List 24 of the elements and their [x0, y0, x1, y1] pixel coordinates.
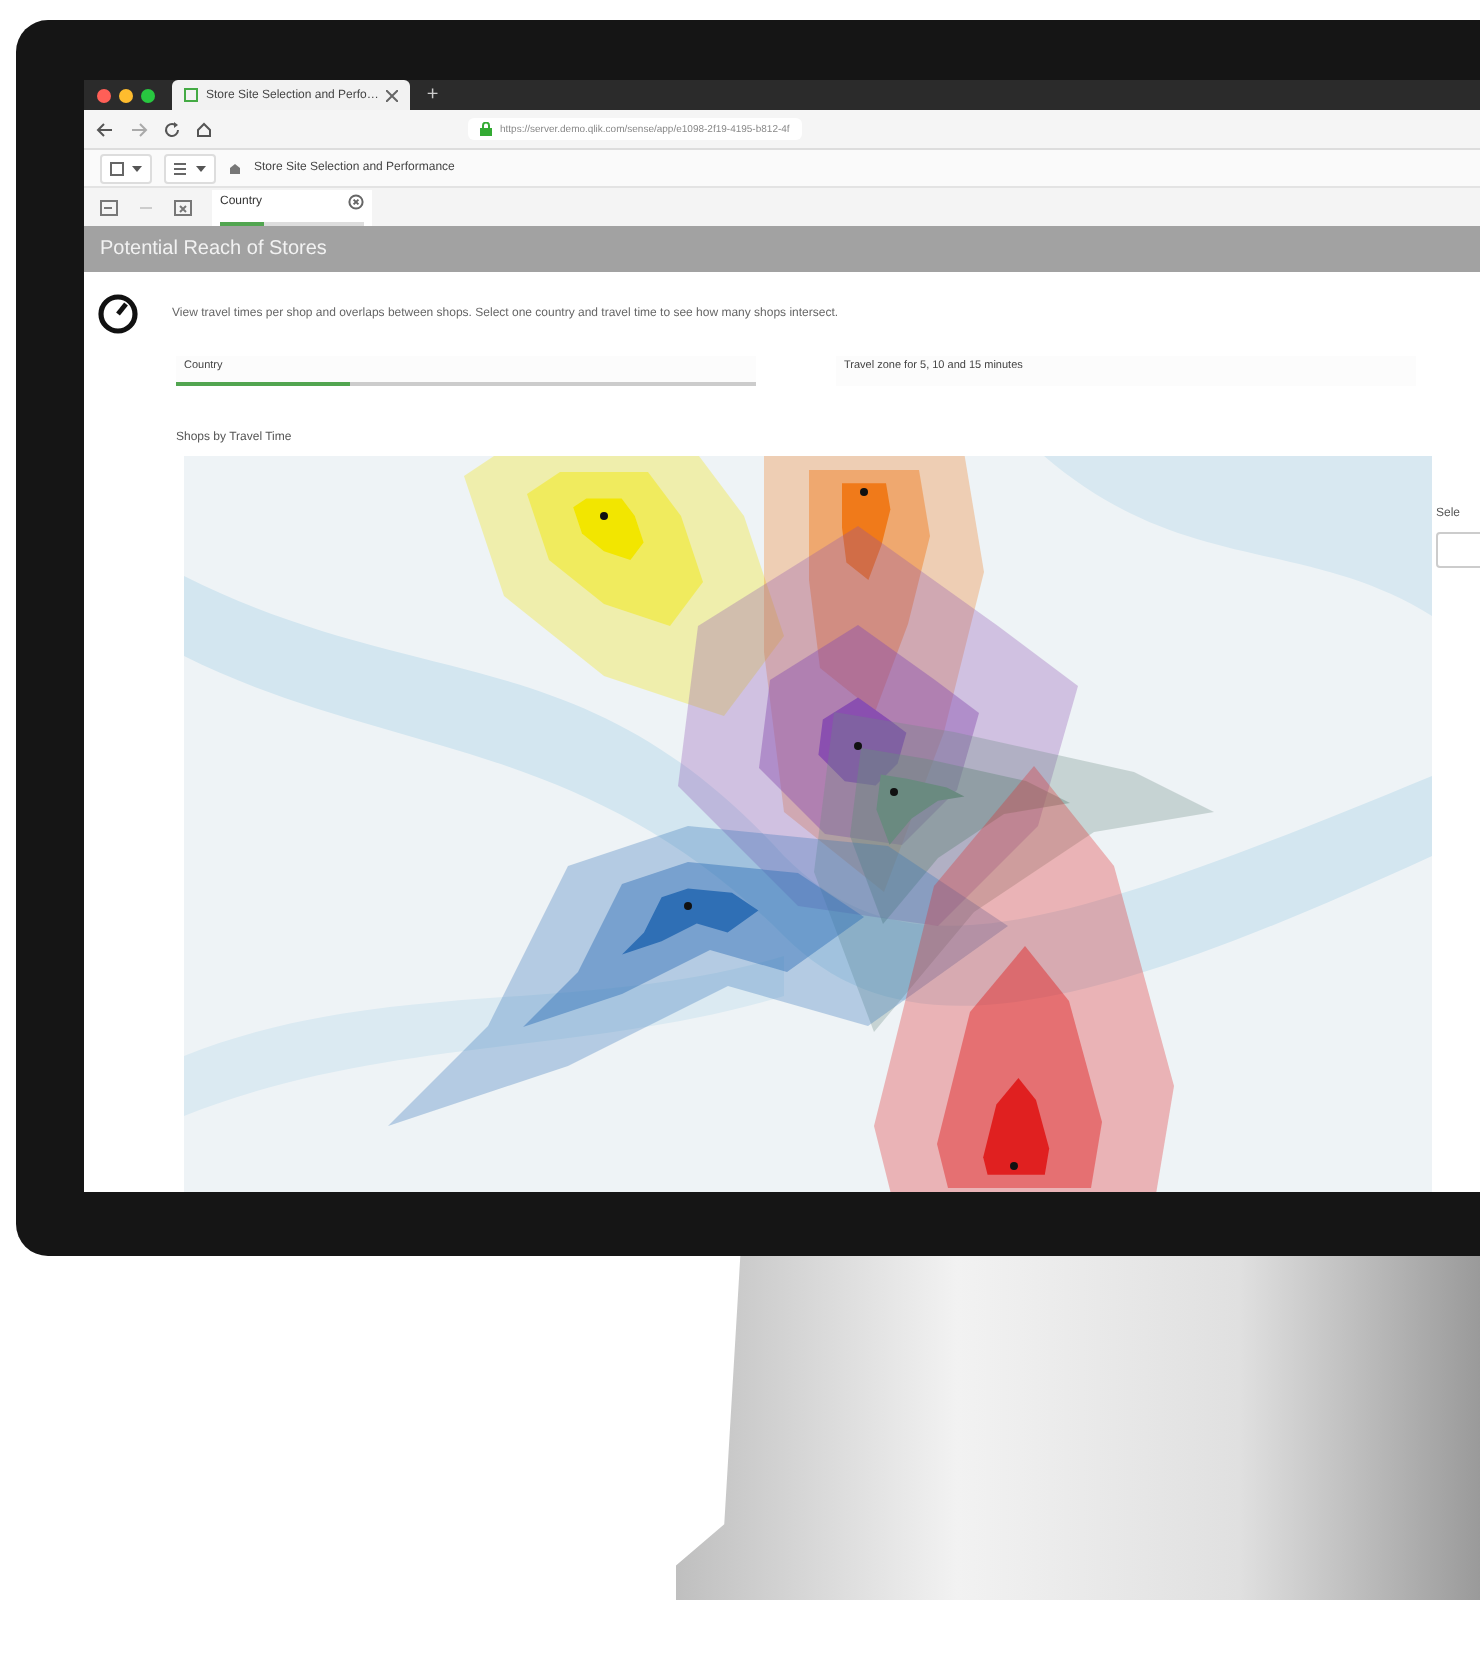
shop-marker[interactable]	[860, 487, 868, 496]
shop-marker[interactable]	[854, 741, 862, 750]
shop-marker[interactable]	[684, 901, 692, 910]
view-dropdown-button[interactable]	[100, 153, 152, 184]
back-icon[interactable]	[96, 121, 114, 138]
selection-tool-icon[interactable]	[100, 199, 118, 216]
window-controls-icon[interactable]	[96, 87, 156, 104]
reload-icon[interactable]	[164, 121, 180, 138]
menu-dropdown-button[interactable]	[164, 153, 216, 184]
list-caret-icon[interactable]	[174, 161, 206, 176]
home-icon[interactable]	[196, 121, 212, 138]
lock-icon[interactable]	[480, 122, 492, 137]
gauge-icon	[96, 291, 140, 336]
page-icon[interactable]	[184, 88, 198, 103]
clear-icon[interactable]	[348, 193, 364, 210]
clear-selections-icon[interactable]	[174, 199, 192, 216]
shop-marker[interactable]	[1010, 1161, 1018, 1170]
sheet-caret-icon[interactable]	[110, 161, 142, 176]
new-tab-button[interactable]: +	[426, 80, 439, 111]
shop-marker[interactable]	[600, 511, 608, 520]
shop-marker[interactable]	[890, 787, 898, 796]
sheet-title: Potential Reach of Stores	[84, 225, 1480, 272]
app-icon[interactable]	[228, 161, 242, 176]
close-icon[interactable]	[386, 89, 399, 102]
